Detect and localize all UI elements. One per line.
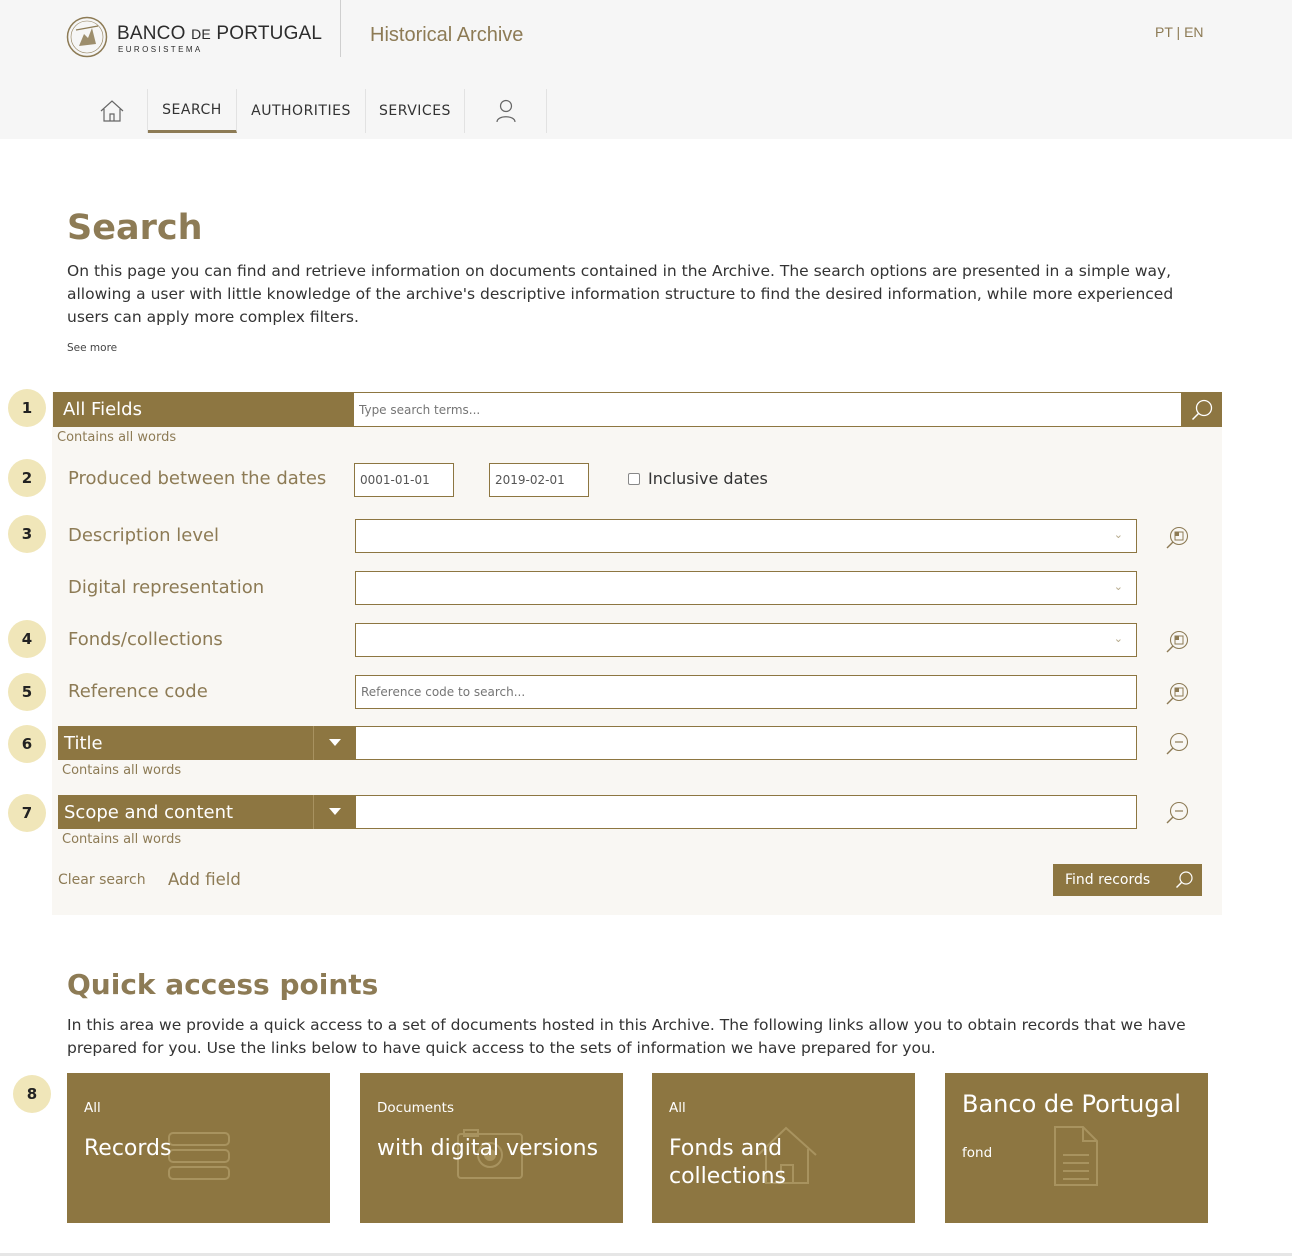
remove-field-icon[interactable] (1165, 800, 1191, 826)
find-records-label: Find records (1065, 872, 1151, 888)
date-from-input[interactable] (354, 463, 454, 497)
home-icon (100, 100, 123, 122)
title-field-input[interactable] (355, 726, 1137, 760)
scope-field-hint: Contains all words (62, 832, 182, 847)
tile-digital-versions[interactable]: Documents with digital versions (360, 1073, 623, 1223)
tile-banco-de-portugal-fond[interactable]: Banco de Portugal fond (945, 1073, 1208, 1223)
lang-separator: | (1176, 24, 1181, 40)
fonds-collections-label: Fonds/collections (68, 629, 223, 650)
tile-all-records[interactable]: All Records (67, 1073, 330, 1223)
tile-big-label: Banco de Portugal (962, 1090, 1181, 1118)
dates-label: Produced between the dates (68, 468, 327, 489)
title-field-hint: Contains all words (62, 763, 182, 778)
find-records-button[interactable]: Find records (1053, 864, 1202, 896)
tile-big-label: Records (84, 1136, 172, 1161)
description-level-label: Description level (68, 525, 220, 546)
date-to-input[interactable] (489, 463, 589, 497)
user-icon (495, 99, 516, 123)
title-field-label: Title (64, 732, 103, 754)
search-icon (1176, 871, 1193, 888)
tile-big-label: with digital versions (377, 1136, 599, 1161)
logo-emblem-icon (66, 16, 108, 58)
inclusive-dates-label[interactable]: Inclusive dates (648, 469, 768, 488)
header-divider (340, 0, 341, 57)
step-bubble-1: 1 (8, 389, 46, 427)
main-nav: SEARCH AUTHORITIES SERVICES (76, 89, 547, 133)
chevron-down-icon: ⌄ (1113, 632, 1123, 645)
lang-en-link[interactable]: EN (1184, 24, 1203, 40)
step-bubble-3: 3 (8, 515, 46, 553)
list-icon (168, 1132, 230, 1180)
caret-down-icon[interactable] (313, 795, 355, 829)
digital-representation-label: Digital representation (68, 577, 265, 598)
step-bubble-4: 4 (8, 620, 46, 658)
step-bubble-5: 5 (8, 673, 46, 711)
step-bubble-2: 2 (8, 459, 46, 497)
lang-pt-link[interactable]: PT (1155, 24, 1173, 40)
reference-code-label: Reference code (68, 681, 208, 702)
logo-subtitle: EUROSISTEMA (118, 45, 203, 54)
browse-tree-icon[interactable] (1165, 681, 1191, 707)
all-fields-search-input[interactable] (353, 392, 1182, 427)
caret-down-icon[interactable] (313, 726, 355, 760)
step-bubble-6: 6 (8, 725, 46, 763)
chevron-down-icon: ⌄ (1113, 528, 1123, 541)
tile-fonds-collections[interactable]: All Fonds and collections (652, 1073, 915, 1223)
all-fields-search-button[interactable] (1181, 392, 1222, 427)
remove-field-icon[interactable] (1165, 731, 1191, 757)
logo-wordmark: BANCO DE PORTUGAL (117, 23, 323, 44)
inclusive-dates-checkbox[interactable] (628, 473, 640, 485)
tile-small-label: All (669, 1100, 686, 1116)
nav-services[interactable]: SERVICES (366, 89, 465, 133)
search-icon (1191, 399, 1212, 420)
scope-field-input[interactable] (355, 795, 1137, 829)
archive-title[interactable]: Historical Archive (370, 24, 523, 47)
all-fields-label: All Fields (53, 392, 353, 427)
quick-access-title: Quick access points (67, 968, 379, 1001)
chevron-down-icon: ⌄ (1113, 580, 1123, 593)
nav-home[interactable] (76, 89, 148, 133)
page-intro: On this page you can find and retrieve i… (67, 262, 1174, 326)
nav-search[interactable]: SEARCH (148, 89, 237, 133)
all-fields-hint: Contains all words (57, 430, 177, 445)
page-title: Search (67, 208, 203, 248)
see-more-link[interactable]: See more (67, 342, 117, 354)
tile-small-label: Documents (377, 1100, 454, 1116)
scope-field-label: Scope and content (64, 801, 234, 823)
browse-tree-icon[interactable] (1165, 525, 1191, 551)
tile-big-label: Fonds and collections (669, 1136, 787, 1189)
browse-tree-icon[interactable] (1165, 629, 1191, 655)
language-switcher: PT | EN (1155, 24, 1204, 40)
clear-search-link[interactable]: Clear search (58, 872, 146, 888)
banco-de-portugal-logo[interactable]: BANCO DE PORTUGAL EUROSISTEMA (66, 16, 322, 60)
tile-small-label: fond (962, 1145, 993, 1161)
document-icon (1054, 1126, 1098, 1186)
nav-user[interactable] (465, 89, 547, 133)
reference-code-input[interactable] (355, 675, 1137, 709)
quick-access-text: In this area we provide a quick access t… (67, 1016, 1186, 1057)
step-bubble-8: 8 (13, 1075, 51, 1113)
digital-representation-select[interactable]: ⌄ (355, 571, 1137, 605)
tile-small-label: All (84, 1100, 101, 1116)
scope-field-dropdown[interactable]: Scope and content (58, 795, 355, 829)
add-field-link[interactable]: Add field (168, 870, 241, 889)
title-field-dropdown[interactable]: Title (58, 726, 355, 760)
description-level-select[interactable]: ⌄ (355, 519, 1137, 553)
site-header: BANCO DE PORTUGAL EUROSISTEMA Historical… (0, 0, 1292, 139)
step-bubble-7: 7 (8, 794, 46, 832)
nav-authorities[interactable]: AUTHORITIES (237, 89, 366, 133)
fonds-collections-select[interactable]: ⌄ (355, 623, 1137, 657)
